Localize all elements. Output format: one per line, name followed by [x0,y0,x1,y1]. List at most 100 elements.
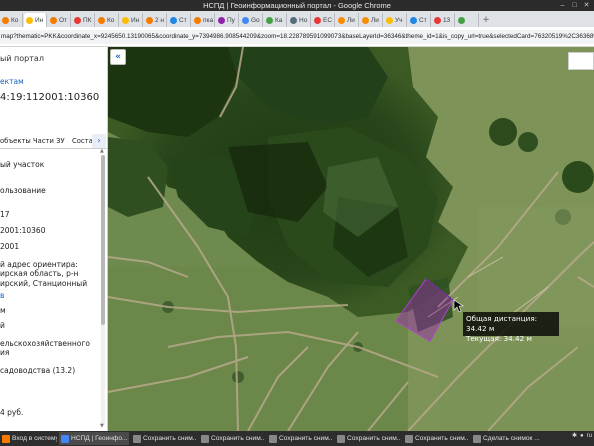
favicon-icon [50,16,57,24]
tab-label: От [59,16,68,24]
window-title: НСПД | Геоинформационный портал - Google… [203,1,391,10]
taskbar-item[interactable]: Сохранить сним... [403,432,469,445]
taskbar-item-label: Вход в систему - [12,435,57,442]
tab-label: Ли [371,16,379,24]
browser-tab[interactable]: ЕС [312,13,335,27]
back-link[interactable]: ектам [0,77,24,86]
scroll-down-icon[interactable]: ▼ [100,423,104,429]
url-input[interactable]: map?thematic=PKK&coordinate_x=9245650.13… [0,30,594,44]
browser-tab[interactable]: Ин [120,13,143,27]
property-link[interactable]: в [0,291,4,300]
favicon-icon [338,16,345,24]
browser-tab[interactable]: Уч [384,13,407,27]
new-tab-button[interactable]: + [480,13,492,27]
browser-tab[interactable]: Ст [408,13,431,27]
favicon-icon [434,16,441,24]
tabs-next-button[interactable]: › [92,134,106,148]
favicon-icon [362,16,369,24]
browser-tab[interactable]: ПК [72,13,95,27]
favicon-icon [290,16,297,24]
favicon-icon [218,16,225,24]
minimize-icon[interactable]: – [558,1,567,10]
satellite-imagery [108,47,594,431]
browser-tab[interactable]: Ко [0,13,23,27]
taskbar: Вход в систему - НСПД | Геоинфо... Сохрани… [0,431,594,446]
property-line: ользование [0,186,46,195]
property-line: ия [0,348,10,357]
bluetooth-icon[interactable]: ✱ [572,432,577,439]
window-titlebar: НСПД | Геоинформационный портал - Google… [0,0,594,11]
taskbar-item[interactable]: Сохранить сним... [335,432,401,445]
taskbar-item-label: Сохранить сним... [347,435,401,442]
favicon-icon [194,16,201,24]
taskbar-item-label: Сохранить сним... [415,435,469,442]
tab-label: 13 [443,16,451,24]
browser-tab[interactable]: Но [288,13,311,27]
property-line: ирская область, р-н [0,269,79,278]
favicon-icon [170,16,177,24]
favicon-icon [314,16,321,24]
tab-label: Ст [419,16,427,24]
favicon-icon [266,16,273,24]
favicon-icon [26,16,33,24]
browser-tab[interactable]: Ли [360,13,383,27]
tab-label: Уч [395,16,403,24]
taskbar-item[interactable]: Сохранить сним... [267,432,333,445]
portal-title: ый портал [0,54,44,63]
browser-tab[interactable]: От [48,13,71,27]
browser-tab[interactable]: Ко [96,13,119,27]
taskbar-item[interactable]: Сделать снимок ... [471,432,541,445]
property-line: м [0,306,6,315]
side-panel: ый портал ектам 4:19:112001:10360 объект… [0,47,108,431]
tray-icon[interactable]: ● [580,433,584,439]
maximize-icon[interactable]: □ [570,1,579,10]
property-line: ый участок [0,160,45,169]
taskbar-item[interactable]: Сохранить сним... [131,432,197,445]
browser-tab[interactable]: Пу [216,13,239,27]
browser-tab[interactable] [456,13,479,27]
property-line: садоводства (13.2) [0,366,76,375]
system-tray: ✱ ● ru [572,432,592,440]
property-line: й [0,321,5,330]
browser-tab[interactable]: пка [192,13,215,27]
taskbar-item-label: Сохранить сним... [211,435,265,442]
collapse-panel-button[interactable]: « [110,49,126,65]
property-line: 17 [0,210,10,219]
tab-label: Ин [35,16,44,24]
app-icon [405,434,413,443]
panel-scrollbar-thumb[interactable] [101,155,105,325]
browser-tab[interactable]: Go [240,13,263,27]
tab-label: 2 н [155,16,165,24]
taskbar-item[interactable]: НСПД | Геоинфо... [59,432,129,445]
favicon-icon [146,16,153,24]
tab-label: Go [251,16,260,24]
taskbar-item[interactable]: Сохранить сним... [199,432,265,445]
favicon-icon [386,16,393,24]
browser-tab[interactable]: Ка [264,13,287,27]
total-distance-label: Общая дистанция: 34.42 м [466,314,538,333]
favicon-icon [242,16,249,24]
app-icon [201,434,209,443]
property-line: 2001:10360 [0,226,46,235]
tab-label: Ст [179,16,187,24]
browser-tab[interactable]: Ли [336,13,359,27]
browser-tab[interactable]: Ин [24,13,47,27]
browser-tab[interactable]: 13 [432,13,455,27]
tab-objects[interactable]: объекты [0,137,31,145]
tab-parts[interactable]: Части ЗУ [33,137,65,145]
favicon-icon [98,16,105,24]
app-icon [2,434,10,443]
map-view[interactable]: « Общая дистанция: 34.42 м Текущая: 34.4… [108,47,594,431]
scroll-up-icon[interactable]: ▲ [100,148,104,154]
keyboard-layout-label[interactable]: ru [587,433,592,439]
taskbar-item[interactable]: Вход в систему - [0,432,57,445]
browser-tab[interactable]: 2 н [144,13,167,27]
map-layer-button[interactable] [568,52,594,70]
tab-label: Ли [347,16,355,24]
app-icon [61,434,69,443]
tab-label: Ка [275,16,283,24]
browser-tab[interactable]: Ст [168,13,191,27]
address-bar: map?thematic=PKK&coordinate_x=9245650.13… [0,27,594,47]
close-icon[interactable]: ✕ [582,1,591,10]
tab-label: ЕС [323,16,333,24]
